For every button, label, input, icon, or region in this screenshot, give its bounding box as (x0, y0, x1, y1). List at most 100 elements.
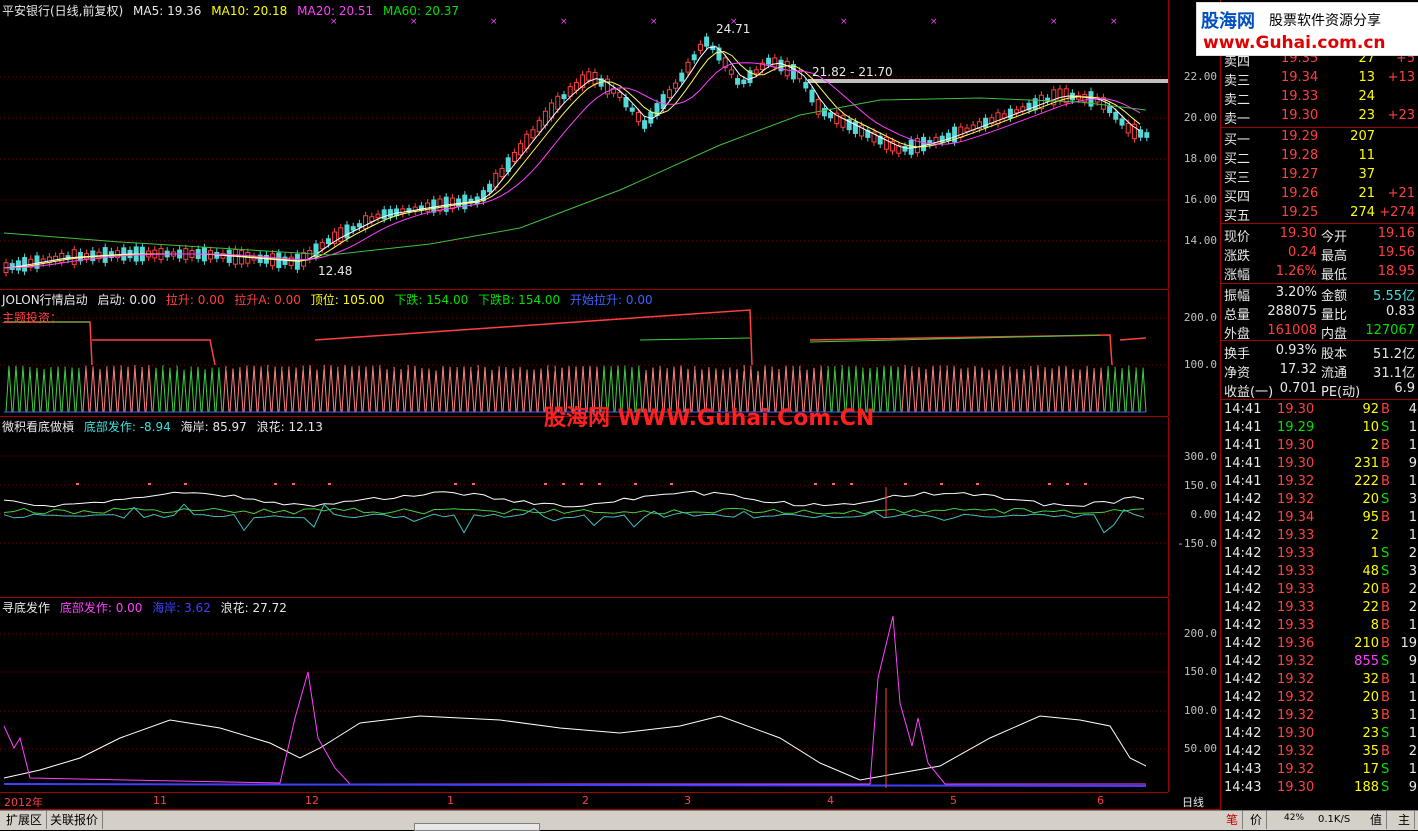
indicator2-dot (670, 483, 673, 485)
indicator3-haian: 海岸: 3.62 (152, 601, 211, 615)
indicator3-tick: 200.0 (1183, 627, 1217, 640)
quote-row: 收益(一) 0.701 PE(动) 6.9 (1221, 380, 1417, 400)
trade-time: 14:42 (1224, 708, 1262, 723)
trade-row: 14:41 19.29 10 S 1 (1221, 419, 1417, 438)
indicator2-pane[interactable]: 微积看底做槓 底部发作: -8.94 海岸: 85.97 浪花: 12.13 (0, 417, 1168, 598)
quote-label: 今开 (1321, 230, 1348, 245)
trade-time: 14:42 (1224, 600, 1262, 615)
candle-body (666, 89, 672, 99)
bid-label: 买五 (1224, 209, 1251, 224)
percent-badge: 42% (1284, 813, 1305, 823)
trade-volume: 22 (1362, 600, 1379, 615)
indicator2-dot (634, 483, 637, 485)
trade-volume: 35 (1362, 744, 1379, 759)
indicator1-header: JOLON行情启动 启动: 0.00 拉升: 0.00 拉升A: 0.00 顶位… (2, 291, 659, 308)
trade-side: S (1381, 420, 1390, 435)
indicator1-bar (257, 368, 262, 413)
trade-count: 1 (1408, 474, 1417, 489)
indicator1-bar (36, 368, 41, 413)
time-label: 5 (950, 794, 957, 807)
trade-side: S (1381, 726, 1390, 741)
indicator1-bar (509, 368, 514, 413)
indicator1-bar (526, 369, 531, 413)
bid-volume: 274 (1350, 205, 1375, 220)
quote-row: 换手 0.93% 股本 51.2亿 (1221, 342, 1417, 362)
bid-label: 买二 (1224, 152, 1251, 167)
indicator1-sub-label: 主题投资： (2, 311, 63, 325)
indicator1-bar (166, 367, 171, 413)
scrollbar[interactable] (414, 823, 540, 831)
indicator2-chart[interactable] (0, 417, 1168, 597)
indicator1-bar (43, 368, 48, 413)
indicator3-header: 寻底发作 底部发作: 0.00 海岸: 3.62 浪花: 27.72 (2, 599, 293, 616)
indicator3-pane[interactable]: 寻底发作 底部发作: 0.00 海岸: 3.62 浪花: 27.72 (0, 598, 1168, 793)
indicator1-chart[interactable] (0, 290, 1168, 416)
indicator1-bar (40, 370, 45, 413)
indicator1-bar (1079, 369, 1084, 413)
candlestick-chart[interactable]: × × × × × × × × × × (0, 0, 1168, 289)
indicator3-tick: 100.0 (1183, 704, 1217, 717)
ask-price: 19.33 (1281, 89, 1319, 104)
indicator1-bar (523, 369, 528, 413)
indicator1-bar (82, 365, 87, 413)
indicator1-bar (365, 367, 370, 413)
trade-volume: 2 (1370, 438, 1379, 453)
trade-row: 14:43 19.32 17 S 1 (1221, 761, 1417, 780)
trade-side: B (1381, 708, 1390, 723)
quote-value: 161008 (1267, 323, 1317, 338)
tab-related-quotes[interactable]: 关联报价 (46, 811, 104, 829)
indicator1-bar (1086, 365, 1091, 413)
trade-time: 14:42 (1224, 492, 1262, 507)
indicator1-bar (981, 367, 986, 413)
indicator1-bar (194, 366, 199, 413)
resistance-bar (808, 79, 1168, 83)
quote-label: 换手 (1224, 347, 1251, 362)
tab-extension[interactable]: 扩展区 (2, 811, 48, 829)
indicator2-dibu: 底部发作: -8.94 (83, 420, 171, 434)
period-label[interactable]: 日线 (1182, 794, 1204, 810)
trade-side: S (1381, 564, 1390, 579)
quote-value: 288075 (1267, 304, 1317, 319)
ma5-label: MA5: 19.36 (133, 4, 202, 18)
tab-price[interactable]: 价 (1246, 811, 1268, 829)
indicator1-bar (876, 367, 881, 413)
trade-price: 19.34 (1277, 510, 1315, 525)
candle-body (319, 242, 325, 250)
quote-label: 金额 (1321, 289, 1348, 304)
indicator3-chart[interactable] (0, 598, 1168, 792)
price-chart-pane[interactable]: × × × × × × × × × × 平安银行(日线,前复权) MA5: 19.36 MA10:… (0, 0, 1168, 290)
trade-side: B (1381, 636, 1390, 651)
indicator1-bar (75, 367, 80, 413)
indicator1-bar (8, 366, 13, 413)
indicator1-bar (936, 370, 941, 413)
indicator1-bar (428, 369, 433, 413)
candle-body (1113, 111, 1119, 120)
tab-value[interactable]: 值 (1366, 811, 1388, 829)
trade-volume: 17 (1362, 762, 1379, 777)
tab-trades[interactable]: 笔 (1222, 811, 1244, 829)
bid-row: 买一 19.29 207 (1221, 128, 1417, 148)
trade-time: 14:42 (1224, 690, 1262, 705)
indicator1-bar (1051, 368, 1056, 413)
indicator2-dot (1066, 483, 1069, 485)
indicator1-bar (414, 366, 419, 413)
indicator2-dot (562, 483, 565, 485)
tab-main[interactable]: 主 (1394, 811, 1416, 829)
trade-count: 1 (1408, 672, 1417, 687)
trade-row: 14:41 19.30 92 B 4 (1221, 401, 1417, 420)
indicator1-pane[interactable]: JOLON行情启动 启动: 0.00 拉升: 0.00 拉升A: 0.00 顶位… (0, 290, 1168, 417)
indicator1-bar (330, 366, 335, 413)
trade-row: 14:42 19.32 20 S 3 (1221, 491, 1417, 510)
trade-price: 19.32 (1277, 762, 1315, 777)
trade-count: 2 (1408, 546, 1417, 561)
low-price-label: 12.48 (318, 264, 353, 278)
indicator1-bar (155, 368, 160, 413)
indicator1-bar (456, 367, 461, 413)
indicator1-bar (939, 365, 944, 413)
trade-row: 14:43 19.30 188 S 9 (1221, 779, 1417, 798)
indicator1-bar (400, 368, 405, 413)
indicator2-dot (598, 483, 601, 485)
candle-body (59, 252, 65, 263)
trade-price: 19.32 (1277, 744, 1315, 759)
trade-row: 14:42 19.33 48 S 3 (1221, 563, 1417, 582)
